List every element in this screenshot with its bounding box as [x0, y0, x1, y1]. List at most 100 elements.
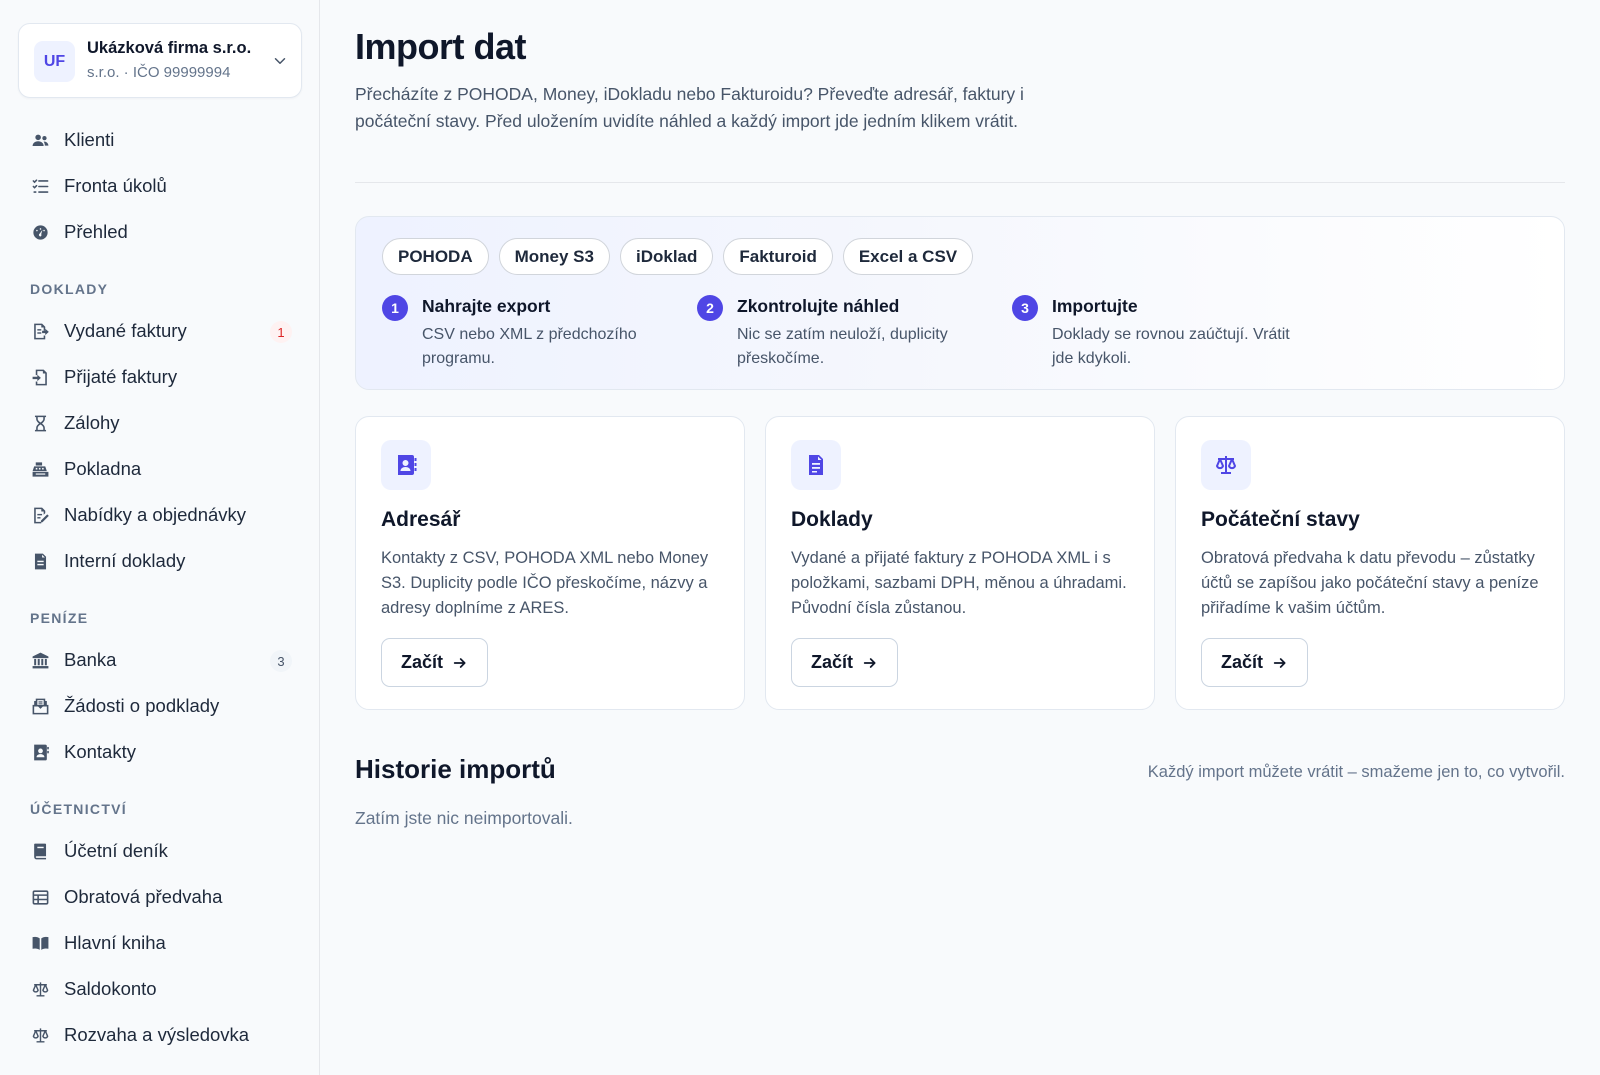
- invoice-in-icon: [30, 367, 50, 387]
- sidebar-item-label: Fronta úkolů: [64, 175, 167, 196]
- sidebar-item-banka[interactable]: Banka 3: [30, 642, 292, 678]
- sidebar-item-label: Žádosti o podklady: [64, 695, 220, 716]
- button-label: Začít: [1221, 652, 1264, 672]
- sidebar-item-label: Klienti: [64, 129, 115, 150]
- arrow-right-icon: [863, 657, 876, 668]
- card-title: Doklady: [791, 508, 873, 531]
- sidebar-item-klienti[interactable]: Klienti: [30, 122, 292, 158]
- sidebar-item-label: Zálohy: [64, 412, 120, 433]
- source-chip-excel-csv[interactable]: Excel a CSV: [842, 238, 974, 275]
- sidebar-item-label: Banka: [64, 649, 117, 670]
- users-icon: [30, 130, 50, 150]
- hourglass-icon: [30, 413, 50, 433]
- divider: [355, 182, 1565, 183]
- import-card-pocatecni-stavy: Počáteční stavy Obratová předvaha k datu…: [1175, 416, 1565, 710]
- sidebar-item-label: Kontakty: [64, 741, 136, 762]
- sidebar-item-label: Rozvaha a výsledovka: [64, 1024, 250, 1045]
- sidebar-item-label: Přijaté faktury: [64, 366, 178, 387]
- count-badge: 3: [270, 650, 292, 672]
- sidebar-item-label: Účetní deník: [64, 840, 168, 861]
- sidebar-item-prijate-faktury[interactable]: Přijaté faktury: [30, 359, 292, 395]
- task-list-icon: [30, 176, 50, 196]
- step-title: Importujte: [1052, 296, 1138, 316]
- sidebar-item-hlavni-kniha[interactable]: Hlavní kniha: [30, 925, 292, 961]
- sidebar-item-zadosti-o-podklady[interactable]: Žádosti o podklady: [30, 688, 292, 724]
- step-description: Nic se zatím neuloží, duplicity přeskočí…: [737, 326, 948, 367]
- sidebar-item-label: Obratová předvaha: [64, 886, 223, 907]
- scale-icon: [30, 1025, 50, 1045]
- sidebar-item-interni-doklady[interactable]: Interní doklady: [30, 543, 292, 579]
- source-chip-pohoda[interactable]: POHODA: [382, 238, 489, 275]
- sidebar-item-obratova-predvaha[interactable]: Obratová předvaha: [30, 879, 292, 915]
- import-card-adresar: Adresář Kontakty z CSV, POHODA XML nebo …: [355, 416, 745, 710]
- scale-icon: [30, 979, 50, 999]
- history-note: Každý import můžete vrátit – smažeme jen…: [1147, 763, 1565, 781]
- edit-document-icon: [30, 505, 50, 525]
- section-title-penize: PENÍZE: [30, 610, 89, 626]
- arrow-right-icon: [1273, 657, 1286, 668]
- contact-icon: [30, 742, 50, 762]
- sidebar-item-nabidky-objednavky[interactable]: Nabídky a objednávky: [30, 497, 292, 533]
- source-chip-fakturoid[interactable]: Fakturoid: [723, 238, 833, 275]
- sidebar-item-label: Vydané faktury: [64, 320, 187, 341]
- company-switcher[interactable]: UF Ukázková firma s.r.o. s.r.o. · IČO 99…: [18, 23, 302, 98]
- sidebar-item-vydane-faktury[interactable]: Vydané faktury 1: [30, 313, 292, 349]
- import-steps-card: POHODA Money S3 iDoklad Fakturoid Excel …: [355, 216, 1565, 390]
- button-label: Začít: [401, 652, 444, 672]
- sidebar-item-zalohy[interactable]: Zálohy: [30, 405, 292, 441]
- step-description: Doklady se rovnou zaúčtují. Vrátit jde k…: [1052, 326, 1290, 367]
- source-chip-idoklad[interactable]: iDoklad: [619, 238, 714, 275]
- step-number: 1: [382, 295, 408, 321]
- button-label: Začít: [811, 652, 854, 672]
- card-title: Počáteční stavy: [1201, 508, 1360, 531]
- sidebar-item-rozvaha-vysledovka[interactable]: Rozvaha a výsledovka: [30, 1017, 292, 1053]
- start-button-adresar[interactable]: Začít: [381, 638, 489, 687]
- sidebar-item-fronta-ukolu[interactable]: Fronta úkolů: [30, 168, 292, 204]
- table-icon: [30, 887, 50, 907]
- document-icon: [30, 551, 50, 571]
- open-book-icon: [30, 933, 50, 953]
- arrow-right-icon: [453, 657, 466, 668]
- bank-icon: [30, 650, 50, 670]
- start-button-doklady[interactable]: Začít: [791, 638, 899, 687]
- sidebar-item-pokladna[interactable]: Pokladna: [30, 451, 292, 487]
- sidebar-item-label: Pokladna: [64, 458, 142, 479]
- page-title: Import dat: [355, 26, 527, 67]
- history-empty-state: Zatím jste nic neimportovali.: [355, 808, 573, 828]
- sidebar-item-label: Interní doklady: [64, 550, 186, 571]
- main-content: Import dat Přecházíte z POHODA, Money, i…: [355, 0, 1565, 1075]
- step-description: CSV nebo XML z předchozího programu.: [422, 326, 637, 367]
- step-title: Zkontrolujte náhled: [737, 296, 900, 316]
- cash-register-icon: [30, 459, 50, 479]
- section-title-ucetnictvi: ÚČETNICTVÍ: [30, 801, 127, 817]
- chevron-down-icon: [274, 58, 286, 64]
- card-description: Kontakty z CSV, POHODA XML nebo Money S3…: [381, 549, 709, 617]
- address-book-icon: [381, 440, 431, 490]
- dashboard-icon: [30, 222, 50, 242]
- card-title: Adresář: [381, 508, 461, 531]
- sidebar-item-label: Hlavní kniha: [64, 932, 166, 953]
- start-button-pocatecni-stavy[interactable]: Začít: [1201, 638, 1309, 687]
- history-title: Historie importů: [355, 754, 556, 784]
- inbox-icon: [30, 696, 50, 716]
- card-description: Obratová předvaha k datu převodu – zůsta…: [1201, 549, 1539, 617]
- source-chips: POHODA Money S3 iDoklad Fakturoid Excel …: [382, 238, 974, 275]
- step-title: Nahrajte export: [422, 296, 551, 316]
- import-card-doklady: Doklady Vydané a přijaté faktury z POHOD…: [765, 416, 1155, 710]
- company-subtitle: s.r.o. · IČO 99999994: [87, 64, 231, 81]
- sidebar-item-prehled[interactable]: Přehled: [30, 214, 292, 250]
- step-number: 3: [1012, 295, 1038, 321]
- unread-count-badge: 1: [270, 321, 292, 343]
- scale-icon: [1201, 440, 1251, 490]
- step-number: 2: [697, 295, 723, 321]
- document-icon: [791, 440, 841, 490]
- sidebar: UF Ukázková firma s.r.o. s.r.o. · IČO 99…: [0, 0, 320, 1075]
- sidebar-item-label: Saldokonto: [64, 978, 157, 999]
- sidebar-item-label: Nabídky a objednávky: [64, 504, 247, 525]
- source-chip-money-s3[interactable]: Money S3: [498, 238, 610, 275]
- sidebar-item-ucetni-denik[interactable]: Účetní deník: [30, 833, 292, 869]
- sidebar-item-saldokonto[interactable]: Saldokonto: [30, 971, 292, 1007]
- page-intro: Přecházíte z POHODA, Money, iDokladu neb…: [355, 84, 1024, 131]
- company-name: Ukázková firma s.r.o.: [87, 39, 252, 57]
- sidebar-item-kontakty[interactable]: Kontakty: [30, 734, 292, 770]
